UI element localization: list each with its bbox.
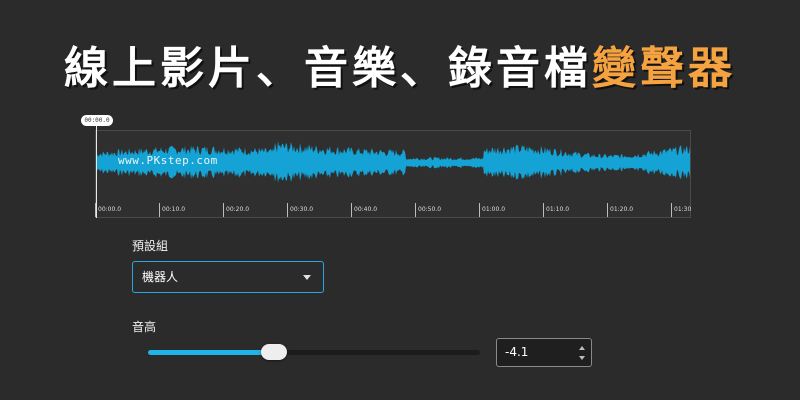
timeline-tick: 00:00.0 bbox=[95, 203, 121, 217]
preset-select[interactable]: 機器人 bbox=[132, 261, 324, 293]
timeline-tick: 00:50.0 bbox=[415, 203, 441, 217]
page-title: 線上影片、音樂、錄音檔變聲器 bbox=[0, 32, 800, 96]
pitch-value: -4.1 bbox=[505, 345, 529, 359]
pitch-slider[interactable] bbox=[148, 344, 480, 360]
pitch-label: 音高 bbox=[132, 320, 157, 334]
pitch-number-input[interactable]: -4.1 bbox=[496, 338, 592, 367]
timeline-tick: 00:40.0 bbox=[351, 203, 377, 217]
chevron-down-icon bbox=[303, 275, 311, 280]
timeline-tick: 00:10.0 bbox=[159, 203, 185, 217]
timeline-tick: 01:30 bbox=[671, 203, 691, 217]
timeline-tick: 01:10.0 bbox=[543, 203, 569, 217]
title-main: 線上影片、音樂、錄音檔 bbox=[64, 43, 592, 94]
preset-label: 預設組 bbox=[132, 239, 169, 253]
timeline-tick: 01:00.0 bbox=[479, 203, 505, 217]
spin-up-icon[interactable] bbox=[579, 346, 585, 350]
preset-selected-value: 機器人 bbox=[142, 270, 179, 284]
playhead-time-label[interactable]: 00:00.0 bbox=[81, 115, 113, 126]
timeline-tick: 00:20.0 bbox=[223, 203, 249, 217]
spin-down-icon[interactable] bbox=[579, 356, 585, 360]
timeline-tick: 01:20.0 bbox=[607, 203, 633, 217]
timeline-tick: 00:30.0 bbox=[287, 203, 313, 217]
pitch-slider-thumb[interactable] bbox=[261, 344, 288, 360]
watermark-text: www.PKstep.com bbox=[118, 154, 218, 167]
pitch-slider-fill bbox=[148, 350, 275, 355]
timeline-ticks: 00:00.0 00:10.0 00:20.0 00:30.0 00:40.0 00:50… bbox=[95, 203, 691, 217]
title-accent: 變聲器 bbox=[592, 43, 736, 94]
